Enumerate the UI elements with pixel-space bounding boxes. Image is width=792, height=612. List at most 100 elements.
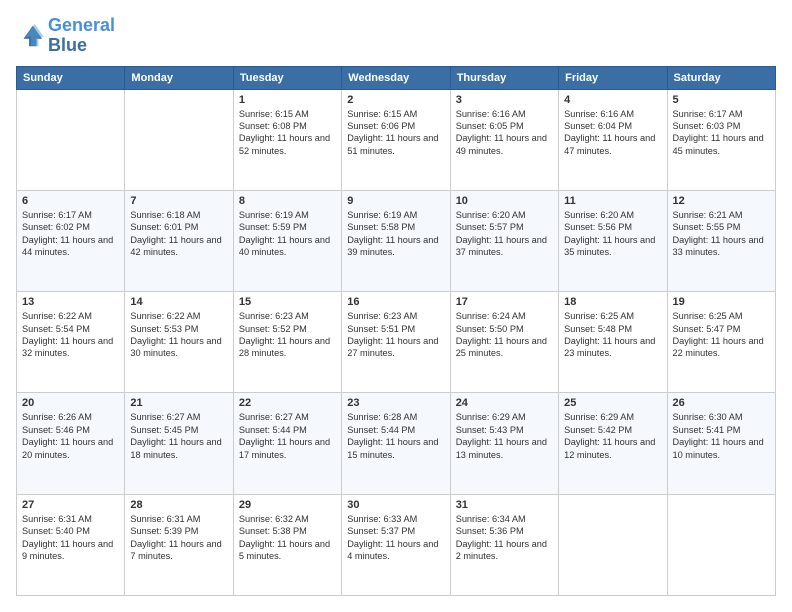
day-number: 5 <box>673 94 770 106</box>
day-info: Sunrise: 6:33 AMSunset: 5:37 PMDaylight:… <box>347 513 444 563</box>
weekday-header-saturday: Saturday <box>667 66 775 89</box>
weekday-header-row: SundayMondayTuesdayWednesdayThursdayFrid… <box>17 66 776 89</box>
weekday-header-wednesday: Wednesday <box>342 66 450 89</box>
weekday-header-thursday: Thursday <box>450 66 558 89</box>
day-cell: 5 Sunrise: 6:17 AMSunset: 6:03 PMDaylight… <box>667 89 775 190</box>
day-number: 1 <box>239 94 336 106</box>
day-info: Sunrise: 6:27 AMSunset: 5:44 PMDaylight:… <box>239 411 336 461</box>
day-info: Sunrise: 6:30 AMSunset: 5:41 PMDaylight:… <box>673 411 770 461</box>
day-cell: 31 Sunrise: 6:34 AMSunset: 5:36 PMDayligh… <box>450 494 558 595</box>
day-number: 21 <box>130 397 227 409</box>
day-number: 11 <box>564 195 661 207</box>
week-row-2: 6 Sunrise: 6:17 AMSunset: 6:02 PMDaylight… <box>17 190 776 291</box>
day-cell: 21 Sunrise: 6:27 AMSunset: 5:45 PMDayligh… <box>125 393 233 494</box>
day-number: 7 <box>130 195 227 207</box>
day-info: Sunrise: 6:15 AMSunset: 6:06 PMDaylight:… <box>347 108 444 158</box>
day-number: 4 <box>564 94 661 106</box>
day-cell: 20 Sunrise: 6:26 AMSunset: 5:46 PMDayligh… <box>17 393 125 494</box>
day-info: Sunrise: 6:34 AMSunset: 5:36 PMDaylight:… <box>456 513 553 563</box>
day-info: Sunrise: 6:26 AMSunset: 5:46 PMDaylight:… <box>22 411 119 461</box>
day-cell <box>667 494 775 595</box>
day-info: Sunrise: 6:25 AMSunset: 5:47 PMDaylight:… <box>673 310 770 360</box>
day-cell: 17 Sunrise: 6:24 AMSunset: 5:50 PMDayligh… <box>450 292 558 393</box>
day-number: 22 <box>239 397 336 409</box>
day-info: Sunrise: 6:29 AMSunset: 5:42 PMDaylight:… <box>564 411 661 461</box>
logo-icon <box>16 22 44 50</box>
week-row-5: 27 Sunrise: 6:31 AMSunset: 5:40 PMDayligh… <box>17 494 776 595</box>
day-cell: 12 Sunrise: 6:21 AMSunset: 5:55 PMDayligh… <box>667 190 775 291</box>
header: General Blue <box>16 16 776 56</box>
day-info: Sunrise: 6:22 AMSunset: 5:54 PMDaylight:… <box>22 310 119 360</box>
day-info: Sunrise: 6:31 AMSunset: 5:39 PMDaylight:… <box>130 513 227 563</box>
day-cell <box>559 494 667 595</box>
logo: General Blue <box>16 16 115 56</box>
week-row-3: 13 Sunrise: 6:22 AMSunset: 5:54 PMDayligh… <box>17 292 776 393</box>
day-number: 29 <box>239 499 336 511</box>
day-info: Sunrise: 6:20 AMSunset: 5:56 PMDaylight:… <box>564 209 661 259</box>
day-info: Sunrise: 6:16 AMSunset: 6:05 PMDaylight:… <box>456 108 553 158</box>
day-number: 20 <box>22 397 119 409</box>
day-number: 2 <box>347 94 444 106</box>
day-number: 13 <box>22 296 119 308</box>
day-cell: 27 Sunrise: 6:31 AMSunset: 5:40 PMDayligh… <box>17 494 125 595</box>
day-info: Sunrise: 6:17 AMSunset: 6:03 PMDaylight:… <box>673 108 770 158</box>
day-info: Sunrise: 6:31 AMSunset: 5:40 PMDaylight:… <box>22 513 119 563</box>
day-cell: 10Sunrise: 6:20 AMSunset: 5:57 PMDayligh… <box>450 190 558 291</box>
day-cell: 28 Sunrise: 6:31 AMSunset: 5:39 PMDayligh… <box>125 494 233 595</box>
weekday-header-monday: Monday <box>125 66 233 89</box>
day-cell: 22 Sunrise: 6:27 AMSunset: 5:44 PMDayligh… <box>233 393 341 494</box>
day-cell: 18Sunrise: 6:25 AMSunset: 5:48 PMDayligh… <box>559 292 667 393</box>
day-number: 24 <box>456 397 553 409</box>
day-number: 19 <box>673 296 770 308</box>
day-info: Sunrise: 6:27 AMSunset: 5:45 PMDaylight:… <box>130 411 227 461</box>
day-cell: 8Sunrise: 6:19 AMSunset: 5:59 PMDaylight… <box>233 190 341 291</box>
day-number: 12 <box>673 195 770 207</box>
logo-text: General Blue <box>48 16 115 56</box>
week-row-1: 1 Sunrise: 6:15 AMSunset: 6:08 PMDaylight… <box>17 89 776 190</box>
day-info: Sunrise: 6:16 AMSunset: 6:04 PMDaylight:… <box>564 108 661 158</box>
day-cell: 9 Sunrise: 6:19 AMSunset: 5:58 PMDaylight… <box>342 190 450 291</box>
day-number: 9 <box>347 195 444 207</box>
day-info: Sunrise: 6:20 AMSunset: 5:57 PMDaylight:… <box>456 209 553 259</box>
day-cell <box>125 89 233 190</box>
day-cell: 29 Sunrise: 6:32 AMSunset: 5:38 PMDayligh… <box>233 494 341 595</box>
day-cell: 19 Sunrise: 6:25 AMSunset: 5:47 PMDayligh… <box>667 292 775 393</box>
day-cell: 6 Sunrise: 6:17 AMSunset: 6:02 PMDaylight… <box>17 190 125 291</box>
day-number: 17 <box>456 296 553 308</box>
day-info: Sunrise: 6:15 AMSunset: 6:08 PMDaylight:… <box>239 108 336 158</box>
day-info: Sunrise: 6:18 AMSunset: 6:01 PMDaylight:… <box>130 209 227 259</box>
day-number: 28 <box>130 499 227 511</box>
day-cell: 24 Sunrise: 6:29 AMSunset: 5:43 PMDayligh… <box>450 393 558 494</box>
day-number: 8 <box>239 195 336 207</box>
day-info: Sunrise: 6:17 AMSunset: 6:02 PMDaylight:… <box>22 209 119 259</box>
day-cell: 13 Sunrise: 6:22 AMSunset: 5:54 PMDayligh… <box>17 292 125 393</box>
day-info: Sunrise: 6:24 AMSunset: 5:50 PMDaylight:… <box>456 310 553 360</box>
weekday-header-tuesday: Tuesday <box>233 66 341 89</box>
calendar-table: SundayMondayTuesdayWednesdayThursdayFrid… <box>16 66 776 596</box>
day-cell: 3 Sunrise: 6:16 AMSunset: 6:05 PMDaylight… <box>450 89 558 190</box>
day-cell: 4 Sunrise: 6:16 AMSunset: 6:04 PMDaylight… <box>559 89 667 190</box>
day-number: 26 <box>673 397 770 409</box>
day-cell: 26 Sunrise: 6:30 AMSunset: 5:41 PMDayligh… <box>667 393 775 494</box>
day-number: 6 <box>22 195 119 207</box>
day-number: 3 <box>456 94 553 106</box>
day-info: Sunrise: 6:21 AMSunset: 5:55 PMDaylight:… <box>673 209 770 259</box>
day-number: 25 <box>564 397 661 409</box>
day-number: 16 <box>347 296 444 308</box>
day-info: Sunrise: 6:23 AMSunset: 5:52 PMDaylight:… <box>239 310 336 360</box>
day-info: Sunrise: 6:28 AMSunset: 5:44 PMDaylight:… <box>347 411 444 461</box>
day-cell: 25 Sunrise: 6:29 AMSunset: 5:42 PMDayligh… <box>559 393 667 494</box>
day-cell: 7 Sunrise: 6:18 AMSunset: 6:01 PMDaylight… <box>125 190 233 291</box>
day-cell: 23Sunrise: 6:28 AMSunset: 5:44 PMDayligh… <box>342 393 450 494</box>
week-row-4: 20 Sunrise: 6:26 AMSunset: 5:46 PMDayligh… <box>17 393 776 494</box>
day-number: 31 <box>456 499 553 511</box>
page: General Blue SundayMondayTuesdayWednesda… <box>0 0 792 612</box>
day-info: Sunrise: 6:29 AMSunset: 5:43 PMDaylight:… <box>456 411 553 461</box>
day-number: 15 <box>239 296 336 308</box>
day-number: 14 <box>130 296 227 308</box>
day-number: 27 <box>22 499 119 511</box>
day-info: Sunrise: 6:19 AMSunset: 5:58 PMDaylight:… <box>347 209 444 259</box>
day-info: Sunrise: 6:32 AMSunset: 5:38 PMDaylight:… <box>239 513 336 563</box>
weekday-header-sunday: Sunday <box>17 66 125 89</box>
weekday-header-friday: Friday <box>559 66 667 89</box>
